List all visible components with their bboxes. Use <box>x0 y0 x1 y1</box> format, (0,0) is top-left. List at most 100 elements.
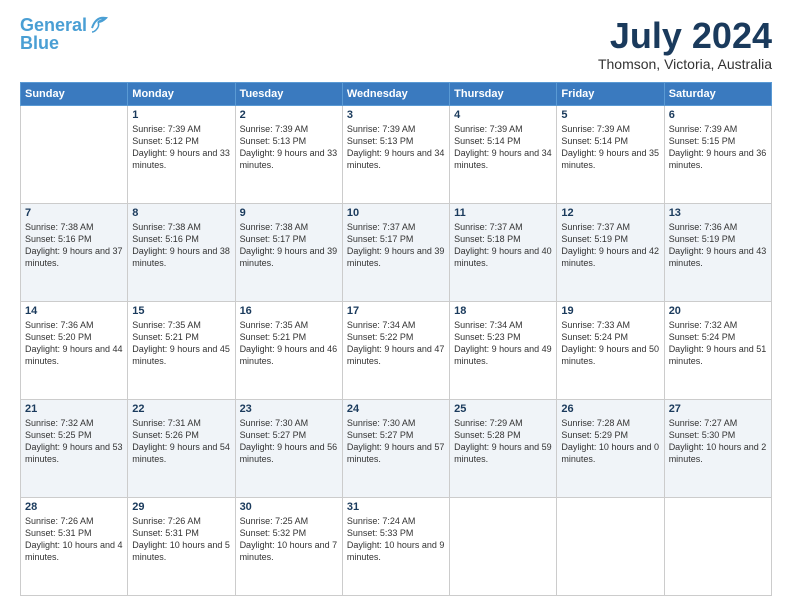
table-row: 15 Sunrise: 7:35 AMSunset: 5:21 PMDayligh… <box>128 301 235 399</box>
calendar-row: 7Sunrise: 7:38 AMSunset: 5:16 PMDaylight… <box>21 203 772 301</box>
day-number: 2 <box>240 109 338 121</box>
day-info: Sunrise: 7:39 AMSunset: 5:13 PMDaylight:… <box>240 123 338 172</box>
table-row: 2 Sunrise: 7:39 AMSunset: 5:13 PMDaylight… <box>235 105 342 203</box>
day-number: 25 <box>454 403 552 415</box>
table-row: 29Sunrise: 7:26 AMSunset: 5:31 PMDayligh… <box>128 497 235 595</box>
logo-text2: Blue <box>20 34 59 54</box>
table-row: 7Sunrise: 7:38 AMSunset: 5:16 PMDaylight… <box>21 203 128 301</box>
day-number: 3 <box>347 109 445 121</box>
day-info: Sunrise: 7:30 AMSunset: 5:27 PMDaylight:… <box>240 417 338 466</box>
table-row: 19 Sunrise: 7:33 AMSunset: 5:24 PMDayligh… <box>557 301 664 399</box>
table-row: 18 Sunrise: 7:34 AMSunset: 5:23 PMDayligh… <box>450 301 557 399</box>
day-info: Sunrise: 7:25 AMSunset: 5:32 PMDaylight:… <box>240 515 338 564</box>
day-info: Sunrise: 7:39 AMSunset: 5:15 PMDaylight:… <box>669 123 767 172</box>
table-row: 11 Sunrise: 7:37 AMSunset: 5:18 PMDayligh… <box>450 203 557 301</box>
table-row: 10Sunrise: 7:37 AMSunset: 5:17 PMDayligh… <box>342 203 449 301</box>
table-row: 28 Sunrise: 7:26 AMSunset: 5:31 PMDayligh… <box>21 497 128 595</box>
table-row: 23 Sunrise: 7:30 AMSunset: 5:27 PMDayligh… <box>235 399 342 497</box>
table-row: 6 Sunrise: 7:39 AMSunset: 5:15 PMDaylight… <box>664 105 771 203</box>
header: General Blue July 2024 Thomson, Victoria… <box>20 16 772 72</box>
table-row: 12 Sunrise: 7:37 AMSunset: 5:19 PMDayligh… <box>557 203 664 301</box>
table-row: 4 Sunrise: 7:39 AMSunset: 5:14 PMDaylight… <box>450 105 557 203</box>
day-number: 26 <box>561 403 659 415</box>
day-number: 21 <box>25 403 123 415</box>
day-info: Sunrise: 7:39 AMSunset: 5:14 PMDaylight:… <box>454 123 552 172</box>
day-info: Sunrise: 7:34 AMSunset: 5:23 PMDaylight:… <box>454 319 552 368</box>
table-row: 22 Sunrise: 7:31 AMSunset: 5:26 PMDayligh… <box>128 399 235 497</box>
day-info: Sunrise: 7:35 AMSunset: 5:21 PMDaylight:… <box>240 319 338 368</box>
calendar-table: Sunday Monday Tuesday Wednesday Thursday… <box>20 82 772 596</box>
day-number: 17 <box>347 305 445 317</box>
table-row: 25 Sunrise: 7:29 AMSunset: 5:28 PMDayligh… <box>450 399 557 497</box>
table-row: 24 Sunrise: 7:30 AMSunset: 5:27 PMDayligh… <box>342 399 449 497</box>
calendar-row: 1 Sunrise: 7:39 AMSunset: 5:12 PMDaylight… <box>21 105 772 203</box>
day-number: 24 <box>347 403 445 415</box>
day-number: 22 <box>132 403 230 415</box>
header-wednesday: Wednesday <box>342 82 449 105</box>
header-thursday: Thursday <box>450 82 557 105</box>
day-info: Sunrise: 7:32 AMSunset: 5:24 PMDaylight:… <box>669 319 767 368</box>
table-row: 20 Sunrise: 7:32 AMSunset: 5:24 PMDayligh… <box>664 301 771 399</box>
day-info: Sunrise: 7:26 AMSunset: 5:31 PMDaylight:… <box>25 515 123 564</box>
day-info: Sunrise: 7:31 AMSunset: 5:26 PMDaylight:… <box>132 417 230 466</box>
day-number: 23 <box>240 403 338 415</box>
day-number: 20 <box>669 305 767 317</box>
calendar-body: 1 Sunrise: 7:39 AMSunset: 5:12 PMDaylight… <box>21 105 772 595</box>
calendar-header: Sunday Monday Tuesday Wednesday Thursday… <box>21 82 772 105</box>
day-info: Sunrise: 7:36 AMSunset: 5:19 PMDaylight:… <box>669 221 767 270</box>
logo: General Blue <box>20 16 110 54</box>
day-info: Sunrise: 7:36 AMSunset: 5:20 PMDaylight:… <box>25 319 123 368</box>
day-number: 1 <box>132 109 230 121</box>
calendar-row: 21 Sunrise: 7:32 AMSunset: 5:25 PMDayligh… <box>21 399 772 497</box>
day-info: Sunrise: 7:38 AMSunset: 5:16 PMDaylight:… <box>25 221 123 270</box>
day-number: 16 <box>240 305 338 317</box>
table-row: 17 Sunrise: 7:34 AMSunset: 5:22 PMDayligh… <box>342 301 449 399</box>
table-row <box>21 105 128 203</box>
day-info: Sunrise: 7:33 AMSunset: 5:24 PMDaylight:… <box>561 319 659 368</box>
day-info: Sunrise: 7:26 AMSunset: 5:31 PMDaylight:… <box>132 515 230 564</box>
table-row: 26Sunrise: 7:28 AMSunset: 5:29 PMDayligh… <box>557 399 664 497</box>
logo-bird-icon <box>88 14 110 34</box>
calendar-page: General Blue July 2024 Thomson, Victoria… <box>0 0 792 612</box>
day-info: Sunrise: 7:34 AMSunset: 5:22 PMDaylight:… <box>347 319 445 368</box>
day-info: Sunrise: 7:30 AMSunset: 5:27 PMDaylight:… <box>347 417 445 466</box>
day-info: Sunrise: 7:37 AMSunset: 5:19 PMDaylight:… <box>561 221 659 270</box>
day-number: 19 <box>561 305 659 317</box>
table-row: 8Sunrise: 7:38 AMSunset: 5:16 PMDaylight… <box>128 203 235 301</box>
day-info: Sunrise: 7:39 AMSunset: 5:12 PMDaylight:… <box>132 123 230 172</box>
day-number: 14 <box>25 305 123 317</box>
day-number: 12 <box>561 207 659 219</box>
calendar-row: 28 Sunrise: 7:26 AMSunset: 5:31 PMDayligh… <box>21 497 772 595</box>
day-number: 5 <box>561 109 659 121</box>
day-info: Sunrise: 7:24 AMSunset: 5:33 PMDaylight:… <box>347 515 445 564</box>
table-row: 1 Sunrise: 7:39 AMSunset: 5:12 PMDaylight… <box>128 105 235 203</box>
day-info: Sunrise: 7:29 AMSunset: 5:28 PMDaylight:… <box>454 417 552 466</box>
day-number: 9 <box>240 207 338 219</box>
day-number: 6 <box>669 109 767 121</box>
day-number: 4 <box>454 109 552 121</box>
calendar-subtitle: Thomson, Victoria, Australia <box>598 56 772 72</box>
day-number: 11 <box>454 207 552 219</box>
table-row <box>450 497 557 595</box>
day-number: 28 <box>25 501 123 513</box>
calendar-row: 14 Sunrise: 7:36 AMSunset: 5:20 PMDayligh… <box>21 301 772 399</box>
table-row: 5Sunrise: 7:39 AMSunset: 5:14 PMDaylight… <box>557 105 664 203</box>
table-row: 13Sunrise: 7:36 AMSunset: 5:19 PMDayligh… <box>664 203 771 301</box>
table-row: 30 Sunrise: 7:25 AMSunset: 5:32 PMDayligh… <box>235 497 342 595</box>
day-number: 10 <box>347 207 445 219</box>
day-info: Sunrise: 7:27 AMSunset: 5:30 PMDaylight:… <box>669 417 767 466</box>
day-info: Sunrise: 7:39 AMSunset: 5:13 PMDaylight:… <box>347 123 445 172</box>
day-number: 18 <box>454 305 552 317</box>
calendar-title: July 2024 <box>598 16 772 56</box>
day-info: Sunrise: 7:37 AMSunset: 5:18 PMDaylight:… <box>454 221 552 270</box>
header-friday: Friday <box>557 82 664 105</box>
table-row: 27Sunrise: 7:27 AMSunset: 5:30 PMDayligh… <box>664 399 771 497</box>
day-number: 15 <box>132 305 230 317</box>
table-row <box>557 497 664 595</box>
day-info: Sunrise: 7:32 AMSunset: 5:25 PMDaylight:… <box>25 417 123 466</box>
day-info: Sunrise: 7:35 AMSunset: 5:21 PMDaylight:… <box>132 319 230 368</box>
header-row: Sunday Monday Tuesday Wednesday Thursday… <box>21 82 772 105</box>
table-row: 16 Sunrise: 7:35 AMSunset: 5:21 PMDayligh… <box>235 301 342 399</box>
day-number: 30 <box>240 501 338 513</box>
header-sunday: Sunday <box>21 82 128 105</box>
